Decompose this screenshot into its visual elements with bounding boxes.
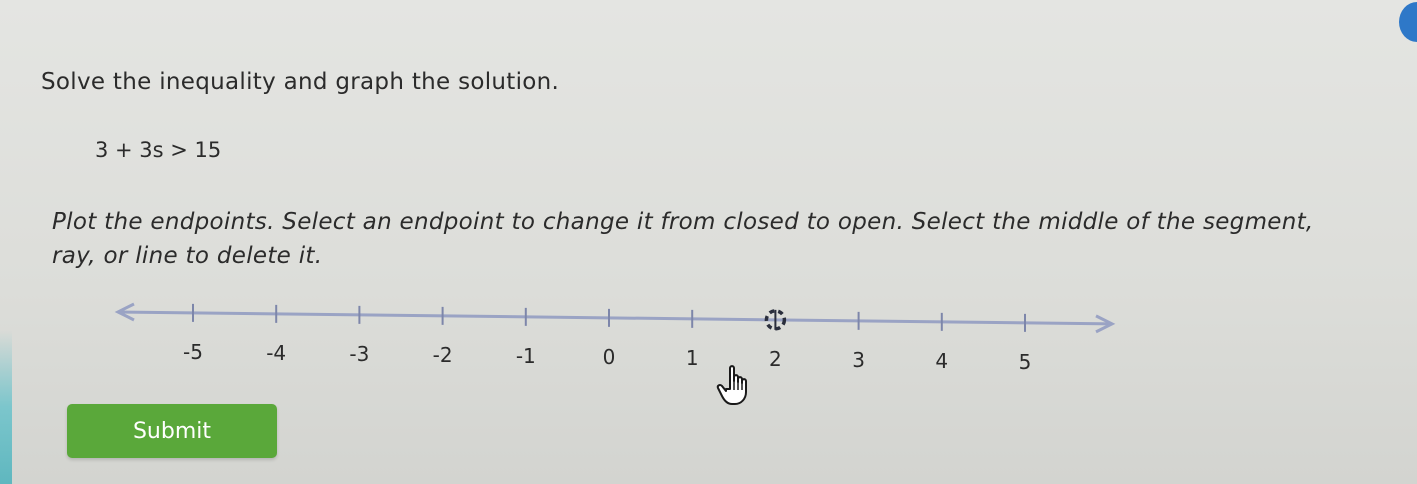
tick-label: 4 <box>935 349 948 373</box>
tick-label: 3 <box>852 348 865 372</box>
tick-label: 0 <box>603 345 616 369</box>
tick-label: 2 <box>769 347 782 371</box>
tick-label: -5 <box>183 340 203 364</box>
tick-label: -4 <box>266 341 286 365</box>
tick-label: 5 <box>1019 350 1032 374</box>
hand-pointer-icon <box>716 365 747 405</box>
tick-label: 1 <box>686 346 699 370</box>
tick-label: -3 <box>349 342 369 366</box>
submit-button[interactable]: Submit <box>67 404 277 458</box>
tick-label: -1 <box>516 344 536 368</box>
axis-line[interactable] <box>117 310 1113 326</box>
tick-label: -2 <box>433 343 453 367</box>
